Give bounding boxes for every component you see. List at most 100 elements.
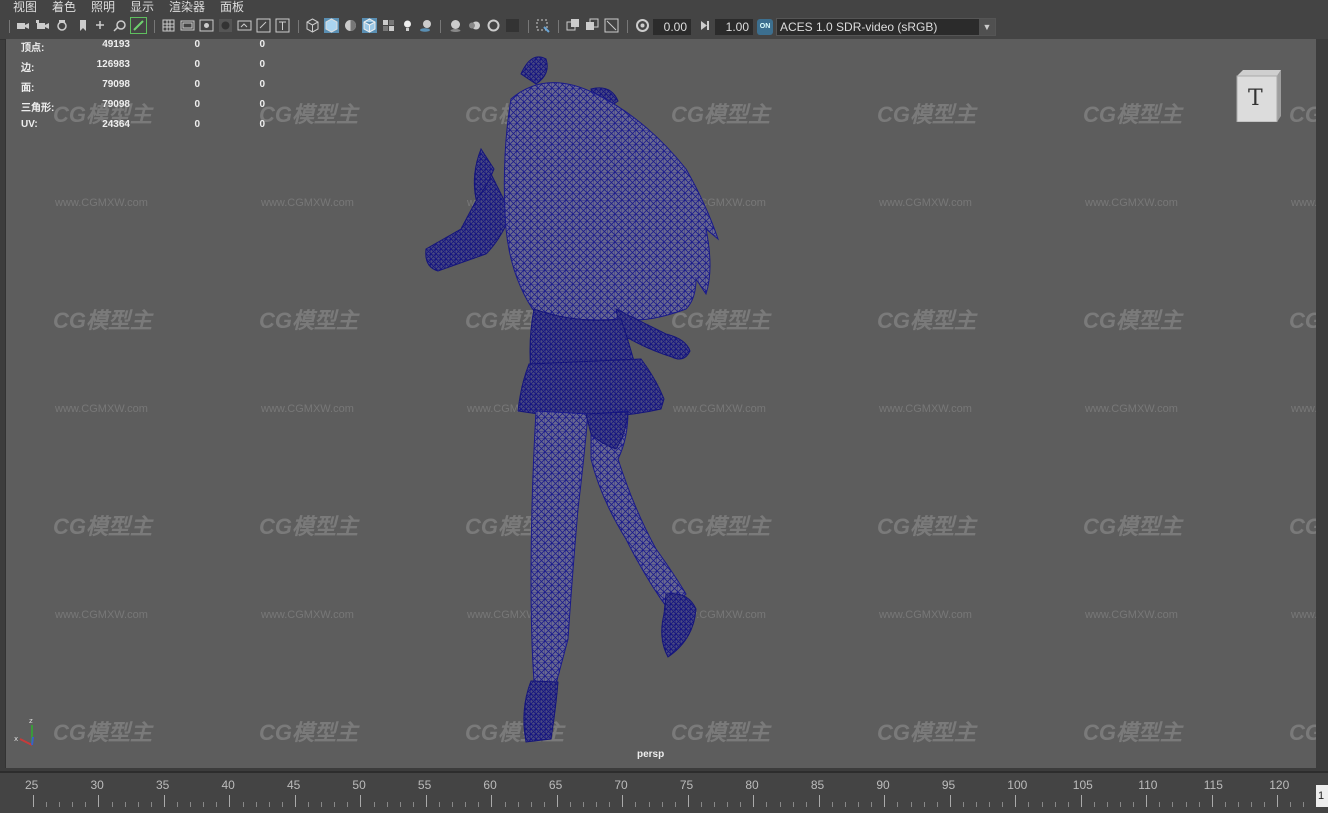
time-slider-tick [85, 802, 87, 807]
time-slider-tick [1172, 802, 1174, 807]
safe-action-icon[interactable] [256, 18, 271, 33]
motion-blur-icon[interactable] [467, 18, 482, 33]
view-cube-face-label: T [1248, 86, 1263, 111]
depth-of-field-icon[interactable] [505, 18, 520, 33]
wireframe-icon[interactable] [305, 18, 320, 33]
time-slider-tick [1159, 802, 1161, 807]
hud-value: 126983 [96, 59, 130, 70]
current-frame-field[interactable]: 1 [1316, 785, 1328, 807]
bookmarks-icon[interactable] [55, 18, 70, 33]
exposure-field[interactable]: 0.00 [653, 19, 691, 35]
menu-view[interactable]: 视图 [13, 0, 37, 14]
time-slider-tick [111, 802, 113, 807]
panel-menu-bar: 视图 着色 照明 显示 渲染器 面板 [0, 0, 1328, 14]
smooth-shade-icon[interactable] [324, 18, 339, 33]
time-slider-tick [308, 802, 310, 807]
time-slider-tick [216, 802, 218, 807]
time-slider-tick [1303, 802, 1305, 807]
color-management-toggle[interactable]: ON [757, 19, 773, 35]
time-slider-tick [1080, 795, 1082, 807]
time-slider-tick [569, 802, 571, 807]
axis-gizmo-icon: z x [14, 717, 34, 746]
toolbar-separator [154, 20, 155, 33]
time-slider-tick [1002, 802, 1004, 807]
gamma-field[interactable]: 1.00 [715, 19, 753, 35]
menu-panels[interactable]: 面板 [220, 0, 244, 14]
time-slider-tick [923, 802, 925, 807]
resolution-gate-icon[interactable] [199, 18, 214, 33]
hud-value: 0 [194, 39, 200, 50]
menu-shading[interactable]: 着色 [52, 0, 76, 14]
view-transform-dropdown[interactable]: ACES 1.0 SDR-video (sRGB) ▼ [776, 18, 996, 36]
hud-label-uvs: UV: [21, 119, 38, 130]
time-slider-tick [399, 802, 401, 807]
film-gate-icon[interactable] [180, 18, 195, 33]
default-material-icon[interactable] [343, 18, 358, 33]
chevron-down-icon[interactable]: ▼ [979, 19, 995, 35]
time-slider-tick [989, 802, 991, 807]
perspective-viewport[interactable]: CG模型主 www.CGMXW.com CG模型主 www.CGMXW.com CG模型… [5, 39, 1317, 768]
xray-active-icon[interactable] [585, 18, 600, 33]
camera-attributes-icon[interactable] [35, 18, 50, 33]
time-slider-tick [596, 802, 598, 807]
menu-show[interactable]: 显示 [130, 0, 154, 14]
time-slider-tick [98, 795, 100, 807]
shadows-icon[interactable] [419, 18, 434, 33]
use-all-lights-icon[interactable] [400, 18, 415, 33]
gate-mask-icon[interactable] [218, 18, 233, 33]
time-slider-tick [1015, 795, 1017, 807]
select-camera-icon[interactable] [15, 18, 30, 33]
time-slider-tick [347, 802, 349, 807]
field-chart-icon[interactable] [237, 18, 252, 33]
grid-icon[interactable] [161, 18, 176, 33]
time-slider-tick-label: 30 [90, 778, 104, 792]
character-wireframe-model[interactable] [6, 39, 1317, 768]
image-plane-icon[interactable] [75, 18, 90, 33]
view-cube[interactable]: T [1233, 70, 1281, 123]
hud-value: 0 [259, 59, 265, 70]
hud-value: 0 [259, 39, 265, 50]
time-slider-tick [229, 795, 231, 807]
time-slider-tick [727, 802, 729, 807]
time-slider-tick [504, 802, 506, 807]
exposure-icon[interactable] [635, 18, 650, 33]
time-slider-tick [687, 795, 689, 807]
camera-manipulator-icon[interactable] [130, 17, 147, 34]
hud-label-vertices: 顶点: [21, 43, 45, 54]
time-slider-tick [543, 802, 545, 807]
textured-icon[interactable] [381, 18, 396, 33]
grease-pencil-icon[interactable] [112, 18, 127, 33]
time-slider[interactable]: 25 30 35 40 45 50 55 60 65 70 75 80 85 90 95 100 105 110 1… [0, 771, 1328, 813]
xray-icon[interactable] [566, 18, 581, 33]
hud-label-edges: 边: [21, 63, 35, 74]
safe-title-icon[interactable] [275, 18, 290, 33]
time-slider-tick [976, 802, 977, 807]
menu-lighting[interactable]: 照明 [91, 0, 115, 14]
time-slider-tick [897, 802, 899, 807]
time-slider-tick [1198, 802, 1200, 807]
isolate-select-icon[interactable] [535, 18, 550, 33]
time-slider-tick [491, 795, 493, 807]
time-slider-tick [962, 802, 964, 807]
wireframe-on-shaded-icon[interactable] [362, 18, 377, 33]
time-slider-tick [831, 802, 833, 807]
xray-joints-icon[interactable] [604, 18, 619, 33]
menu-renderer[interactable]: 渲染器 [169, 0, 205, 14]
hud-value: 79098 [102, 99, 130, 110]
hud-value: 0 [194, 79, 200, 90]
hud-value: 0 [259, 119, 265, 130]
toolbar-separator [298, 20, 299, 33]
time-slider-tick [242, 802, 244, 807]
time-slider-tick-label: 35 [155, 778, 170, 792]
time-slider-tick [1093, 802, 1095, 807]
multisample-aa-icon[interactable] [486, 18, 501, 33]
time-slider-tick-label: 120 [1269, 778, 1290, 792]
time-slider-tick [203, 802, 205, 807]
toolbar-separator [9, 20, 10, 33]
screen-space-ao-icon[interactable] [448, 18, 463, 33]
gamma-icon[interactable] [697, 18, 712, 33]
2d-pan-zoom-icon[interactable] [93, 18, 108, 33]
time-slider-tick [1237, 802, 1239, 807]
time-slider-tick [137, 802, 139, 807]
toolbar-separator [528, 20, 529, 33]
